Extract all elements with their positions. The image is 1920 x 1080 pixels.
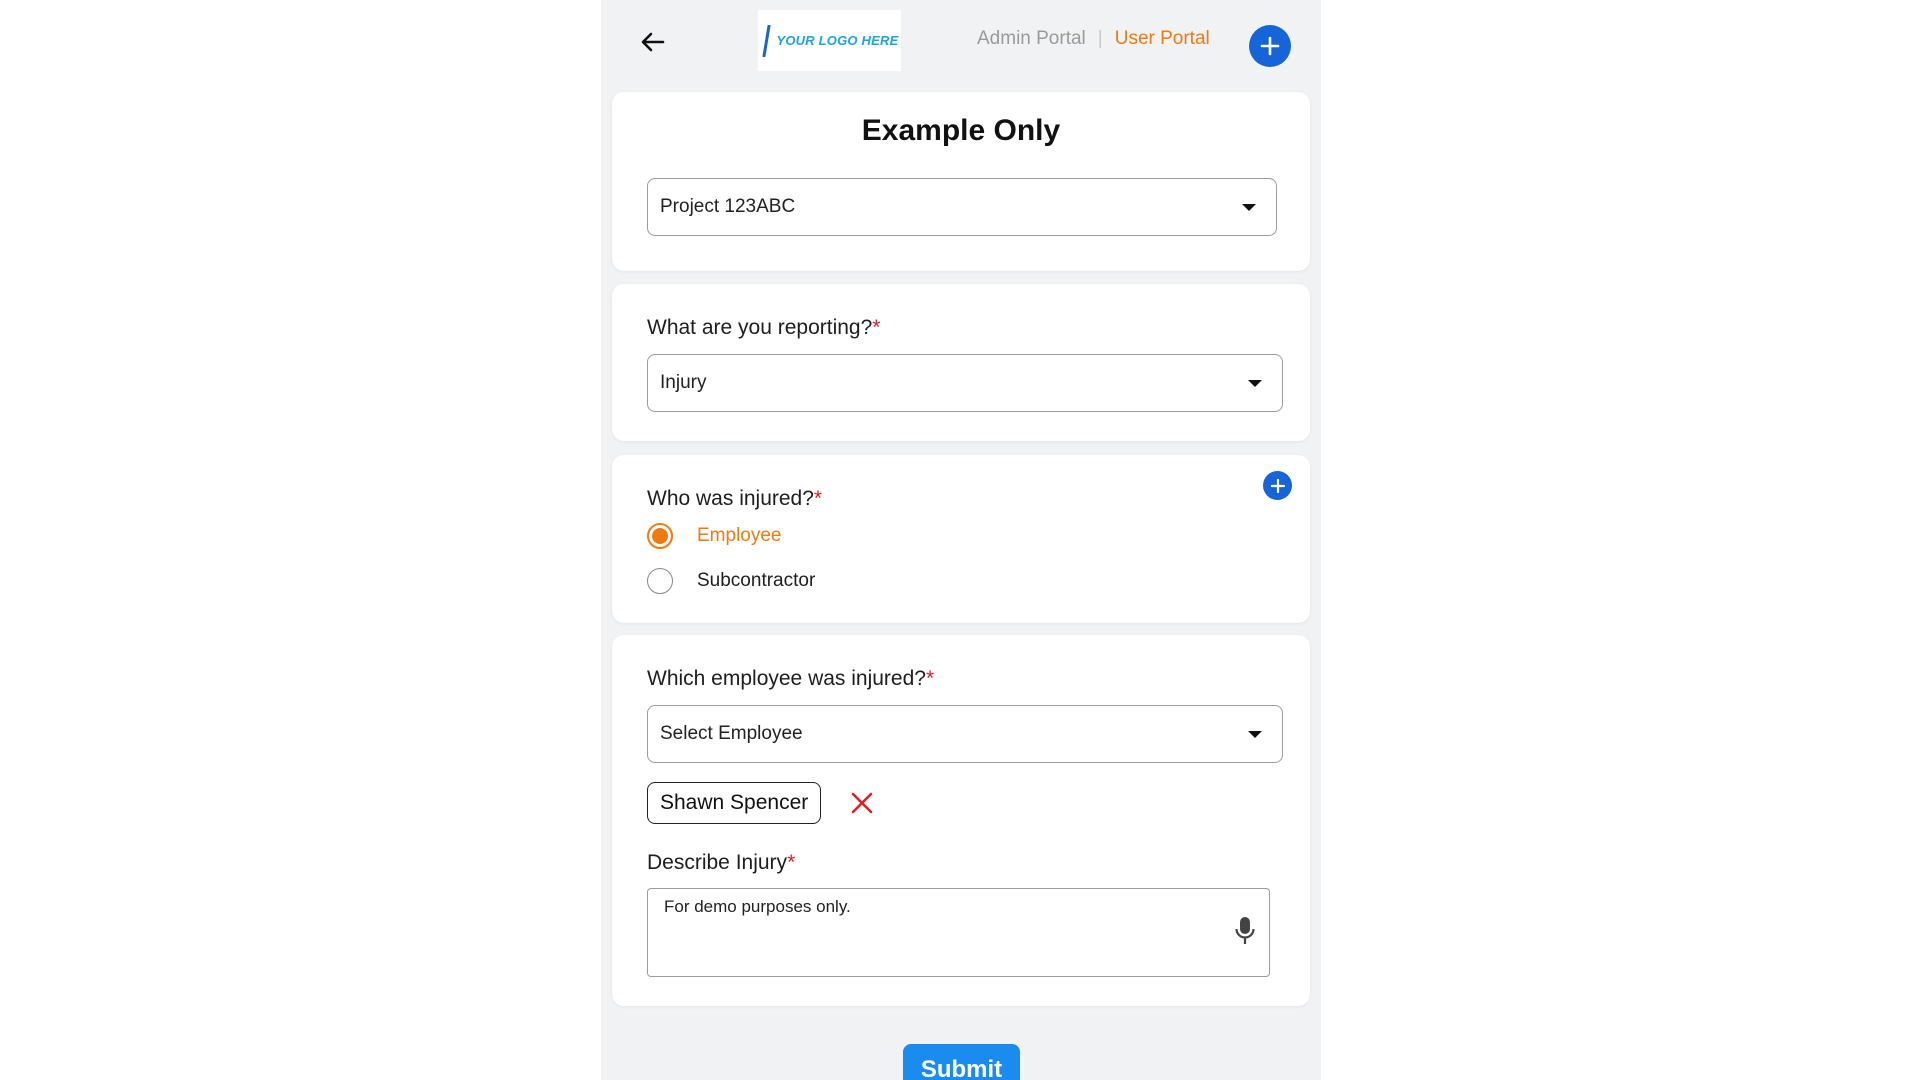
admin-portal-link[interactable]: Admin Portal bbox=[977, 28, 1086, 50]
plus-icon bbox=[1260, 36, 1280, 56]
radio-label-subcontractor: Subcontractor bbox=[697, 570, 816, 591]
injured-party-card: Who was injured?* Employee Subcontractor bbox=[612, 455, 1310, 623]
describe-injury-label: Describe Injury* bbox=[647, 851, 796, 874]
back-arrow-icon[interactable] bbox=[637, 26, 669, 58]
logo-text: YOUR LOGO HERE bbox=[776, 33, 899, 48]
radio-button-unselected[interactable] bbox=[647, 568, 673, 594]
selected-employee-chip: Shawn Spencer bbox=[647, 782, 822, 824]
report-type-value: Injury bbox=[660, 372, 707, 393]
company-logo: YOUR LOGO HERE bbox=[758, 10, 901, 71]
describe-injury-textarea[interactable]: For demo purposes only. bbox=[647, 888, 1270, 977]
chevron-down-icon bbox=[1248, 731, 1262, 738]
project-card: Example Only Project 123ABC bbox=[612, 92, 1310, 271]
radio-button-selected[interactable] bbox=[647, 523, 673, 549]
add-injured-button[interactable] bbox=[1263, 471, 1292, 500]
required-mark: * bbox=[813, 487, 823, 510]
page-title: Example Only bbox=[861, 114, 1061, 147]
report-type-select[interactable]: Injury bbox=[647, 354, 1283, 412]
required-mark: * bbox=[872, 316, 881, 339]
report-type-card: What are you reporting?* Injury bbox=[612, 284, 1310, 441]
required-mark: * bbox=[787, 851, 796, 874]
radio-employee[interactable]: Employee bbox=[647, 523, 782, 549]
plus-icon bbox=[1270, 478, 1285, 493]
injured-party-label: Who was injured?* bbox=[647, 487, 823, 510]
required-mark: * bbox=[925, 667, 935, 690]
radio-label-employee: Employee bbox=[697, 525, 782, 546]
radio-subcontractor[interactable]: Subcontractor bbox=[647, 568, 815, 594]
chevron-down-icon bbox=[1242, 204, 1256, 211]
project-select-value: Project 123ABC bbox=[660, 196, 796, 217]
chevron-down-icon bbox=[1248, 380, 1262, 387]
employee-label: Which employee was injured?* bbox=[647, 667, 935, 690]
add-button[interactable] bbox=[1249, 25, 1291, 67]
portal-separator: | bbox=[1097, 28, 1103, 49]
close-icon[interactable] bbox=[849, 790, 875, 816]
portal-switcher: Admin Portal | User Portal bbox=[977, 28, 1210, 50]
app-screen: YOUR LOGO HERE Admin Portal | User Porta… bbox=[601, 0, 1321, 1080]
submit-button[interactable]: Submit bbox=[903, 1044, 1020, 1080]
employee-select-placeholder: Select Employee bbox=[660, 723, 803, 744]
microphone-icon[interactable] bbox=[1234, 915, 1256, 947]
report-type-label: What are you reporting?* bbox=[647, 316, 881, 339]
user-portal-link[interactable]: User Portal bbox=[1115, 28, 1210, 50]
employee-select[interactable]: Select Employee bbox=[647, 705, 1283, 763]
injury-details-card: Which employee was injured?* Select Empl… bbox=[612, 635, 1310, 1006]
logo-mark-icon bbox=[762, 24, 770, 57]
project-select[interactable]: Project 123ABC bbox=[647, 178, 1277, 236]
